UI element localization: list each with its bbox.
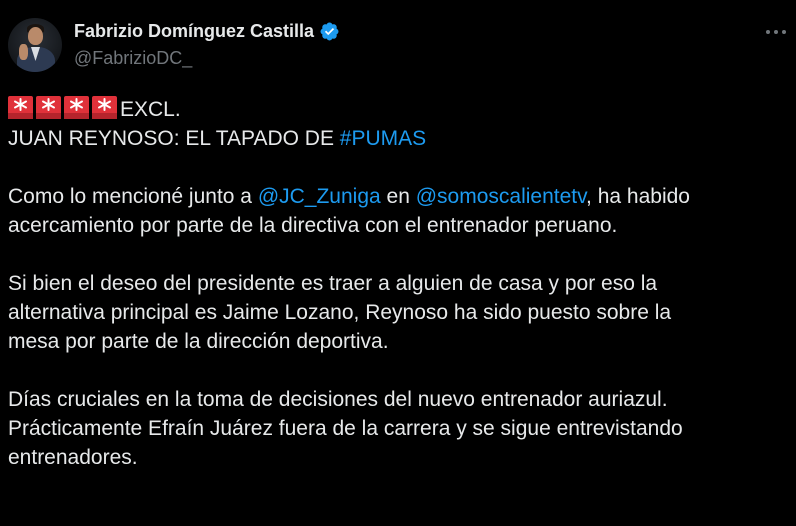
author-info: Fabrizio Domínguez Castilla @FabrizioDC_	[74, 21, 340, 69]
siren-icon	[64, 96, 89, 119]
siren-icon	[36, 96, 61, 119]
tweet-card: Fabrizio Domínguez Castilla @FabrizioDC_	[0, 0, 796, 526]
tweet-line: EXCL.	[8, 95, 788, 124]
tweet-text-span: , ha habido	[586, 185, 690, 208]
mention-link[interactable]: @JC_Zuniga	[258, 185, 381, 208]
hashtag-link[interactable]: #PUMAS	[340, 127, 426, 150]
avatar[interactable]	[8, 18, 62, 72]
mention-link[interactable]: @somoscalientetv	[416, 185, 586, 208]
more-options-icon[interactable]	[764, 22, 788, 42]
verified-badge-icon[interactable]	[319, 21, 340, 42]
tweet-line: entrenadores.	[8, 446, 138, 469]
tweet-line: Prácticamente Efraín Juárez fuera de la …	[8, 417, 683, 440]
tweet-line: Como lo mencioné junto a @JC_Zuniga en @…	[8, 182, 788, 211]
tweet-line: Días cruciales en la toma de decisiones …	[8, 388, 668, 411]
tweet-line: alternativa principal es Jaime Lozano, R…	[8, 301, 672, 324]
tweet-line: Si bien el deseo del presidente es traer…	[8, 272, 658, 295]
author-display-name[interactable]: Fabrizio Domínguez Castilla	[74, 21, 314, 42]
excl-label: EXCL.	[120, 98, 181, 121]
tweet-text-span: en	[380, 185, 416, 208]
tweet-line: acercamiento por parte de la directiva c…	[8, 214, 618, 237]
siren-icon	[8, 96, 33, 119]
headline-text: JUAN REYNOSO: EL TAPADO DE	[8, 127, 340, 150]
tweet-text: EXCL. JUAN REYNOSO: EL TAPADO DE #PUMAS …	[8, 95, 788, 472]
tweet-header: Fabrizio Domínguez Castilla @FabrizioDC_	[8, 18, 340, 72]
author-handle[interactable]: @FabrizioDC_	[74, 48, 340, 69]
tweet-line: mesa por parte de la dirección deportiva…	[8, 330, 389, 353]
siren-icon	[92, 96, 117, 119]
tweet-line: JUAN REYNOSO: EL TAPADO DE #PUMAS	[8, 124, 788, 153]
tweet-text-span: Como lo mencioné junto a	[8, 185, 258, 208]
